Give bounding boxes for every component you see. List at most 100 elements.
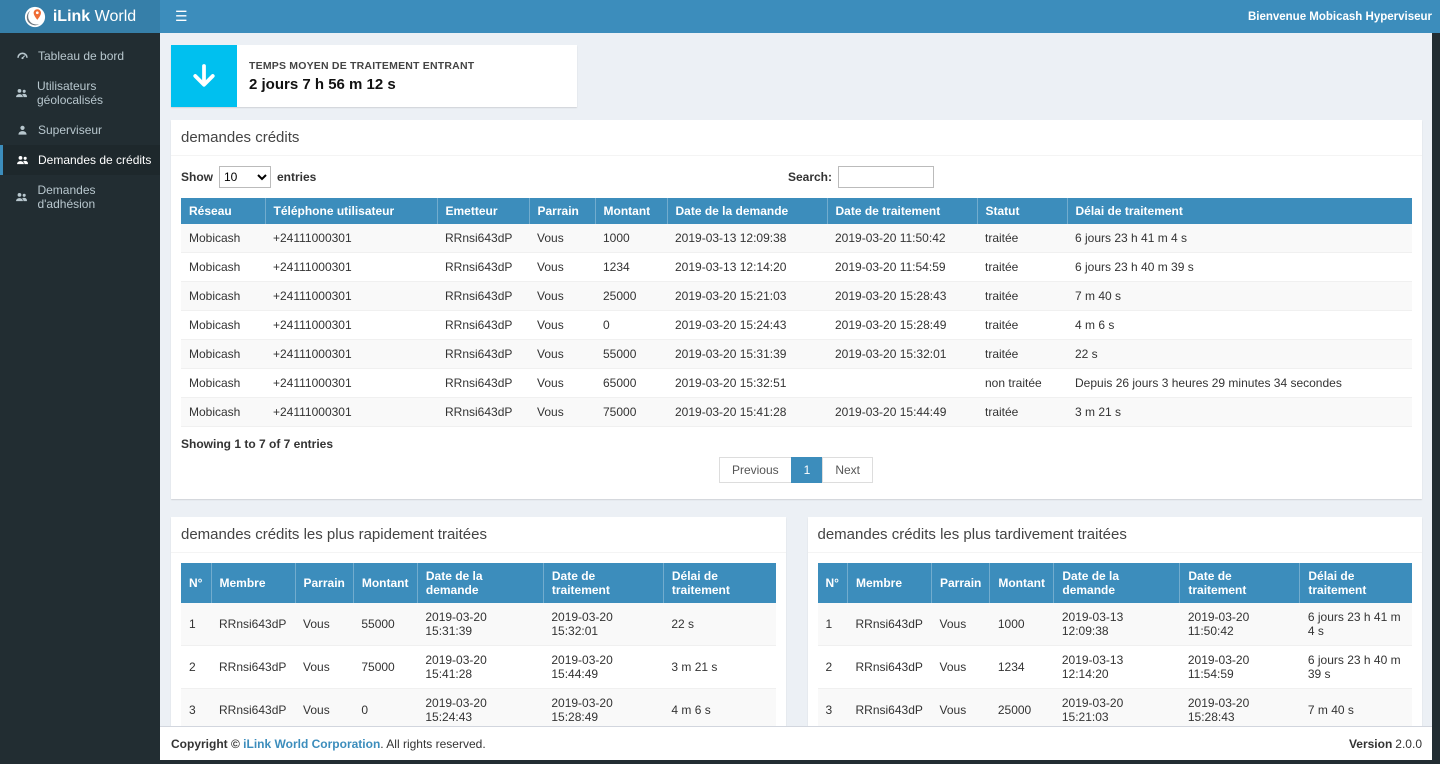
table-cell: +24111000301 <box>265 282 437 311</box>
table-cell: RRnsi643dP <box>211 689 295 727</box>
table-cell: 2019-03-20 15:24:43 <box>667 311 827 340</box>
stat-value: 2 jours 7 h 56 m 12 s <box>249 76 474 93</box>
slowest-panel-body: N°MembreParrainMontantDate de la demande… <box>808 553 1423 726</box>
table-cell: 2019-03-20 15:28:49 <box>543 689 663 727</box>
column-header[interactable]: Montant <box>990 563 1054 603</box>
table-cell: 2019-03-20 15:28:43 <box>1180 689 1300 727</box>
table-cell: RRnsi643dP <box>437 224 529 253</box>
table-row: 2RRnsi643dPVous750002019-03-20 15:41:282… <box>181 646 776 689</box>
search-control: Search: <box>788 166 934 188</box>
sidebar-item-label: Demandes d'adhésion <box>37 183 152 211</box>
sidebar-item-dashboard[interactable]: Tableau de bord <box>0 41 160 71</box>
column-header[interactable]: Date de traitement <box>543 563 663 603</box>
table-cell: Vous <box>529 311 595 340</box>
column-header[interactable]: Date de traitement <box>827 198 977 224</box>
column-header[interactable]: Parrain <box>529 198 595 224</box>
table-cell: 2019-03-20 15:41:28 <box>667 398 827 427</box>
table-cell: 2019-03-20 11:50:42 <box>1180 603 1300 646</box>
column-header[interactable]: Parrain <box>295 563 353 603</box>
column-header[interactable]: Date de la demande <box>667 198 827 224</box>
sidebar-item-supervisor[interactable]: Superviseur <box>0 115 160 145</box>
table-cell: RRnsi643dP <box>437 398 529 427</box>
search-input[interactable] <box>838 166 934 188</box>
stat-card-avg-processing-time: TEMPS MOYEN DE TRAITEMENT ENTRANT 2 jour… <box>171 45 577 107</box>
column-header[interactable]: Statut <box>977 198 1067 224</box>
table-cell: RRnsi643dP <box>211 646 295 689</box>
table-cell: 55000 <box>353 603 417 646</box>
table-cell: 3 m 21 s <box>663 646 775 689</box>
content-area: TEMPS MOYEN DE TRAITEMENT ENTRANT 2 jour… <box>160 33 1432 760</box>
table-cell: RRnsi643dP <box>211 603 295 646</box>
pagination-next-button[interactable]: Next <box>822 457 873 483</box>
company-link[interactable]: iLink World Corporation <box>243 737 380 751</box>
page-size-select[interactable]: 10 <box>219 166 271 188</box>
sidebar-menu: Tableau de bordUtilisateurs géolocalisés… <box>0 41 160 219</box>
table-cell: RRnsi643dP <box>848 689 932 727</box>
table-cell: +24111000301 <box>265 369 437 398</box>
table-row: Mobicash+24111000301RRnsi643dPVous550002… <box>181 340 1412 369</box>
brand-logo[interactable]: iLink World <box>0 0 160 33</box>
column-header[interactable]: Parrain <box>932 563 990 603</box>
fastest-table-header-row: N°MembreParrainMontantDate de la demande… <box>181 563 776 603</box>
table-cell: +24111000301 <box>265 253 437 282</box>
slowest-table-header-row: N°MembreParrainMontantDate de la demande… <box>818 563 1413 603</box>
table-cell: 7 m 40 s <box>1300 689 1412 727</box>
page-wrapper: Tableau de bordUtilisateurs géolocalisés… <box>0 33 1440 760</box>
table-cell: Mobicash <box>181 311 265 340</box>
navbar: ☰ Bienvenue Mobicash Hyperviseur <box>160 0 1440 33</box>
sidebar-item-membership-requests[interactable]: Demandes d'adhésion <box>0 175 160 219</box>
table-row: 1RRnsi643dPVous10002019-03-13 12:09:3820… <box>818 603 1413 646</box>
table-cell: Vous <box>932 646 990 689</box>
column-header[interactable]: Montant <box>595 198 667 224</box>
table-cell: 6 jours 23 h 40 m 39 s <box>1067 253 1412 282</box>
table-cell: 2019-03-20 15:32:01 <box>543 603 663 646</box>
column-header[interactable]: Montant <box>353 563 417 603</box>
column-header[interactable]: Délai de traitement <box>1067 198 1412 224</box>
column-header[interactable]: Date de la demande <box>1054 563 1180 603</box>
table-row: 2RRnsi643dPVous12342019-03-13 12:14:2020… <box>818 646 1413 689</box>
table-cell: 25000 <box>595 282 667 311</box>
table-cell: Vous <box>529 253 595 282</box>
column-header[interactable]: N° <box>181 563 211 603</box>
column-header[interactable]: Réseau <box>181 198 265 224</box>
table-cell: 2019-03-20 15:32:51 <box>667 369 827 398</box>
table-cell: 0 <box>353 689 417 727</box>
table-cell: 6 jours 23 h 40 m 39 s <box>1300 646 1412 689</box>
column-header[interactable]: Membre <box>211 563 295 603</box>
column-header[interactable]: N° <box>818 563 848 603</box>
table-cell: RRnsi643dP <box>437 340 529 369</box>
pagination-page-1-button[interactable]: 1 <box>791 457 824 483</box>
column-header[interactable]: Délai de traitement <box>1300 563 1412 603</box>
fastest-panel-header: demandes crédits les plus rapidement tra… <box>171 517 786 553</box>
table-cell: 2019-03-13 12:09:38 <box>1054 603 1180 646</box>
column-header[interactable]: Date de traitement <box>1180 563 1300 603</box>
table-cell: Depuis 26 jours 3 heures 29 minutes 34 s… <box>1067 369 1412 398</box>
table-cell: 2019-03-13 12:09:38 <box>667 224 827 253</box>
table-cell: 3 <box>818 689 848 727</box>
table-row: Mobicash+24111000301RRnsi643dPVous02019-… <box>181 311 1412 340</box>
column-header[interactable]: Date de la demande <box>417 563 543 603</box>
table-row: Mobicash+24111000301RRnsi643dPVous250002… <box>181 282 1412 311</box>
fastest-credits-table: N°MembreParrainMontantDate de la demande… <box>181 563 776 726</box>
table-cell: +24111000301 <box>265 398 437 427</box>
table-row: Mobicash+24111000301RRnsi643dPVous750002… <box>181 398 1412 427</box>
table-cell: 2019-03-20 15:31:39 <box>667 340 827 369</box>
credits-panel: demandes crédits Show 10 entries <box>171 120 1422 499</box>
table-cell: 6 jours 23 h 41 m 4 s <box>1300 603 1412 646</box>
column-header[interactable]: Délai de traitement <box>663 563 775 603</box>
credits-table: RéseauTéléphone utilisateurEmetteurParra… <box>181 198 1412 427</box>
sidebar-toggle-button[interactable]: ☰ <box>160 0 203 33</box>
column-header[interactable]: Membre <box>848 563 932 603</box>
table-row: 3RRnsi643dPVous02019-03-20 15:24:432019-… <box>181 689 776 727</box>
version-text: Version2.0.0 <box>1349 737 1422 751</box>
welcome-text: Bienvenue Mobicash Hyperviseur <box>1248 11 1432 23</box>
sidebar-item-credit-requests[interactable]: Demandes de crédits <box>0 145 160 175</box>
slowest-credits-panel: demandes crédits les plus tardivement tr… <box>808 517 1423 726</box>
column-header[interactable]: Téléphone utilisateur <box>265 198 437 224</box>
table-row: 1RRnsi643dPVous550002019-03-20 15:31:392… <box>181 603 776 646</box>
membership-requests-icon <box>15 191 28 204</box>
column-header[interactable]: Emetteur <box>437 198 529 224</box>
pagination-previous-button[interactable]: Previous <box>719 457 792 483</box>
stat-label: TEMPS MOYEN DE TRAITEMENT ENTRANT <box>249 60 474 72</box>
sidebar-item-geolocated-users[interactable]: Utilisateurs géolocalisés <box>0 71 160 115</box>
